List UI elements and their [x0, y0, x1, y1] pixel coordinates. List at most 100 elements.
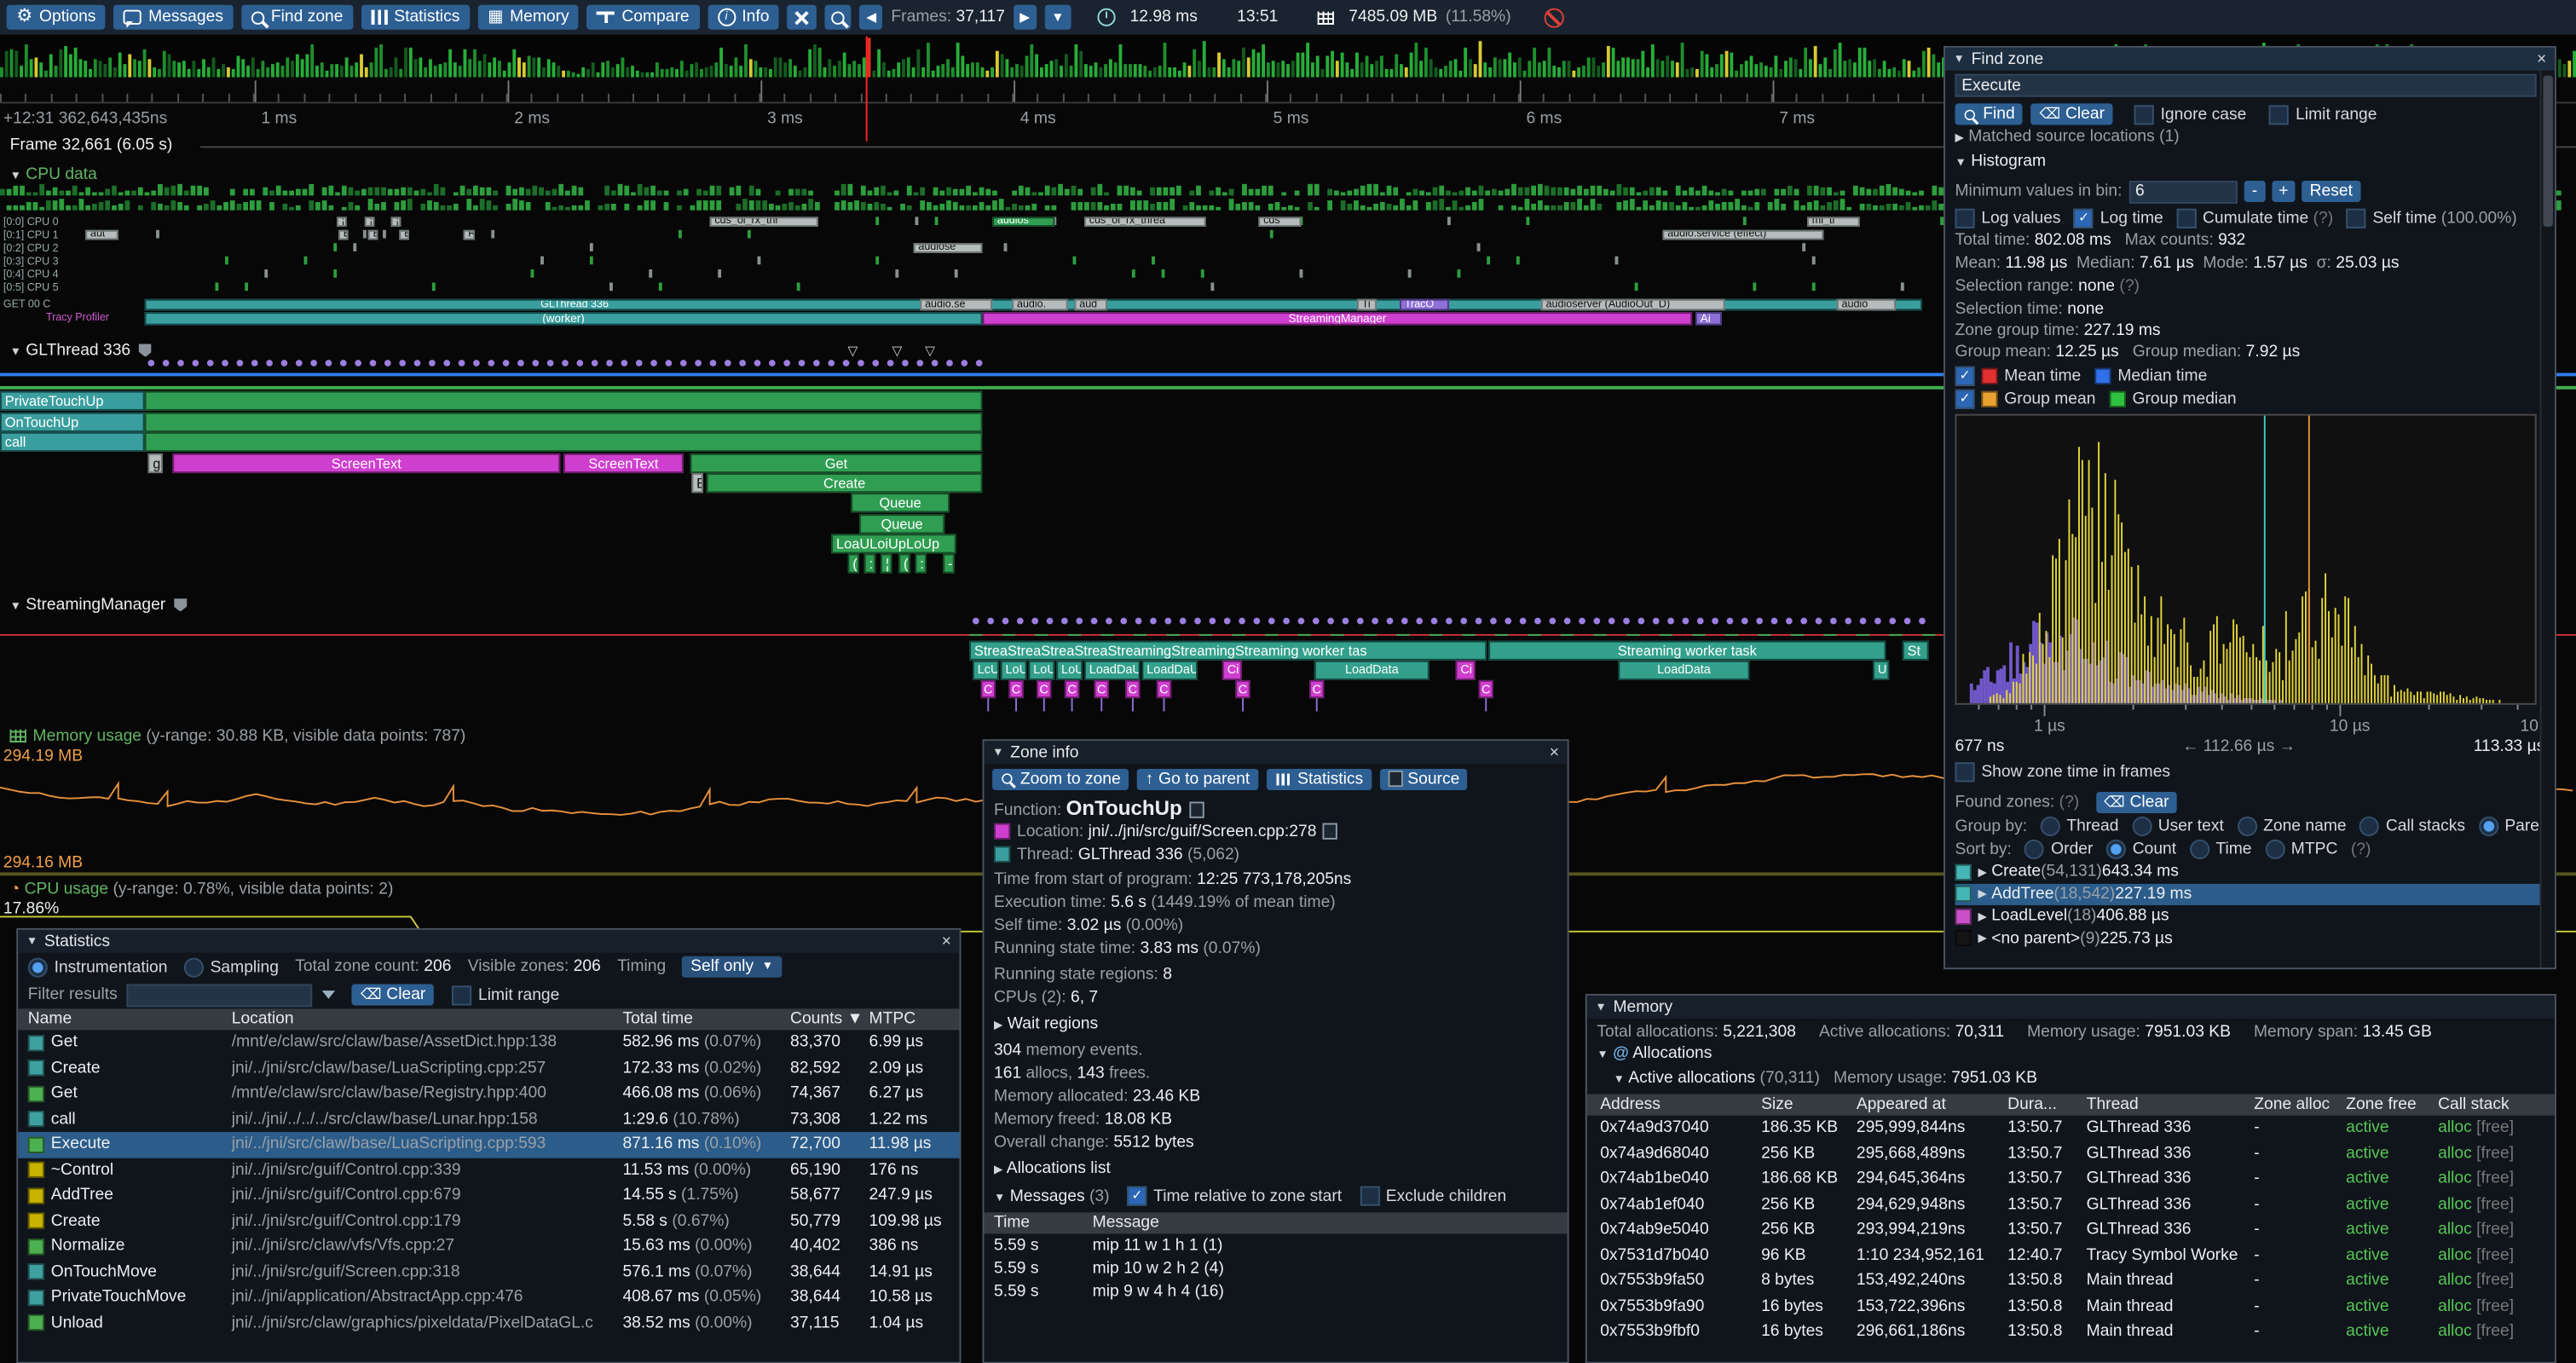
zone[interactable]: R: [463, 230, 474, 240]
message-dot[interactable]: [517, 360, 524, 367]
message-dot[interactable]: [370, 360, 377, 367]
self-time-checkbox[interactable]: Self time (100.00%): [2347, 209, 2517, 228]
toolbar-info-button[interactable]: iInfo: [708, 5, 779, 30]
message-dot[interactable]: [710, 360, 717, 367]
zone[interactable]: audio.se: [920, 299, 992, 310]
message-dot[interactable]: [1416, 618, 1423, 625]
allocation-row[interactable]: 0x7553b9fa9016 bytes153,722,396ns13:50.8…: [1587, 1294, 2555, 1320]
message-dot[interactable]: [1357, 618, 1364, 625]
close-icon[interactable]: ×: [942, 933, 951, 950]
message-dot[interactable]: [443, 360, 450, 367]
sort-by-order[interactable]: Order: [2024, 840, 2093, 859]
wait-regions-expander[interactable]: ▶ Wait regions: [994, 1015, 1557, 1042]
zone[interactable]: StreaStreaStreaStreaStreamingStreamingSt…: [969, 641, 1487, 661]
message-dot[interactable]: [310, 360, 317, 367]
found-zone-group[interactable]: ▶ AddTree (18,542) 227.19 ms: [1955, 883, 2544, 905]
message-dot[interactable]: [902, 360, 909, 367]
message-dot[interactable]: [1135, 618, 1142, 625]
message-dot[interactable]: [1609, 618, 1615, 625]
reset-button[interactable]: Reset: [2302, 181, 2361, 202]
log-time-checkbox[interactable]: ✓Log time: [2074, 209, 2163, 228]
zone[interactable]: [145, 433, 983, 453]
message-dot[interactable]: [237, 360, 244, 367]
message-dot[interactable]: [916, 360, 923, 367]
table-row[interactable]: Createjni/../jni/src/guif/Control.cpp:17…: [18, 1209, 959, 1234]
sort-by-time[interactable]: Time: [2190, 840, 2252, 859]
message-dot[interactable]: [1061, 618, 1068, 625]
free-callstack-button[interactable]: [free]: [2472, 1272, 2514, 1290]
message-dot[interactable]: [384, 360, 391, 367]
message-dot[interactable]: [1343, 618, 1349, 625]
allocations-expander[interactable]: ▼ @ Allocations: [1587, 1045, 2555, 1070]
zone[interactable]: E: [691, 473, 702, 493]
message-dot[interactable]: [296, 360, 303, 367]
source-button[interactable]: Source: [1379, 768, 1467, 789]
zone[interactable]: LoU: [1001, 661, 1027, 680]
zone[interactable]: -: [943, 554, 954, 574]
message-dot[interactable]: [576, 360, 583, 367]
find-button[interactable]: Find: [1955, 103, 2023, 124]
message-dot[interactable]: [1623, 618, 1630, 625]
cpu-data-header[interactable]: ▼ CPU data: [10, 166, 97, 184]
message-row[interactable]: 5.59 smip 10 w 2 h 2 (4): [984, 1256, 1567, 1279]
go-to-parent-button[interactable]: ↑Go to parent: [1137, 768, 1258, 789]
messages-table-header[interactable]: TimeMessage: [984, 1212, 1567, 1233]
filter-input[interactable]: [127, 983, 313, 1006]
message-dot[interactable]: [1490, 618, 1497, 625]
message-dot[interactable]: [1593, 618, 1600, 625]
message-dot[interactable]: [606, 360, 613, 367]
table-row[interactable]: AddTreejni/../jni/src/guif/Control.cpp:6…: [18, 1183, 959, 1209]
message-dot[interactable]: [754, 360, 761, 367]
message-dot[interactable]: [858, 360, 864, 367]
alloc-callstack-button[interactable]: alloc: [2438, 1323, 2472, 1341]
cumulate-time-checkbox[interactable]: Cumulate time (?): [2176, 209, 2333, 228]
messages-expander[interactable]: ▼ Messages (3): [994, 1187, 1110, 1205]
message-dot[interactable]: [1387, 618, 1394, 625]
cpu-zone-streamingmanager[interactable]: StreamingManager: [983, 312, 1693, 325]
zone[interactable]: aut: [85, 230, 118, 240]
copy-icon[interactable]: [1323, 823, 1337, 840]
zone[interactable]: E: [368, 230, 378, 240]
find-zone-scrollbar[interactable]: [2540, 71, 2555, 967]
exclude-children-checkbox[interactable]: Exclude children: [1360, 1187, 1506, 1205]
clear-filter-button[interactable]: ⌫Clear: [352, 984, 434, 1005]
free-callstack-button[interactable]: [free]: [2472, 1145, 2514, 1163]
message-dot[interactable]: [1446, 618, 1453, 625]
tools-button[interactable]: [788, 5, 817, 30]
message-dot[interactable]: [987, 618, 994, 625]
min-bin-increment[interactable]: +: [2273, 181, 2296, 202]
message-dot[interactable]: [1756, 618, 1763, 625]
instrumentation-radio[interactable]: Instrumentation: [28, 957, 168, 977]
found-zones-clear-button[interactable]: ⌫Clear: [2096, 791, 2178, 812]
message-dot[interactable]: [562, 360, 569, 367]
group-by-zone-name[interactable]: Zone name: [2237, 817, 2346, 836]
zone[interactable]: C: [1065, 680, 1079, 698]
expand-icon[interactable]: ▶: [1978, 865, 1986, 878]
message-dot[interactable]: [1771, 618, 1778, 625]
zone[interactable]: LoU: [1056, 661, 1083, 680]
zone[interactable]: aud: [1074, 299, 1107, 310]
column-header-name[interactable]: Name: [18, 1010, 232, 1028]
prev-frame-button[interactable]: ◀: [859, 5, 882, 30]
message-dot[interactable]: [1254, 618, 1261, 625]
message-dot[interactable]: [1549, 618, 1556, 625]
message-dot[interactable]: [1002, 618, 1009, 625]
message-dot[interactable]: [1816, 618, 1822, 625]
message-dot[interactable]: [163, 360, 170, 367]
close-icon[interactable]: ×: [1550, 743, 1559, 761]
message-dot[interactable]: [1431, 618, 1438, 625]
ignore-case-checkbox[interactable]: Ignore case: [2134, 104, 2247, 124]
message-dot[interactable]: [547, 360, 554, 367]
toolbar-statistics-button[interactable]: Statistics: [361, 5, 470, 30]
allocation-row[interactable]: 0x7531d7b04096 KB1:10 234,952,16112:40.7…: [1587, 1243, 2555, 1268]
message-dot[interactable]: [813, 360, 820, 367]
zone[interactable]: [145, 412, 983, 431]
message-dot[interactable]: [1741, 618, 1748, 625]
message-dot[interactable]: [961, 360, 967, 367]
zone[interactable]: C: [1095, 680, 1109, 698]
alloc-callstack-button[interactable]: alloc: [2438, 1221, 2472, 1239]
zoom-search-button[interactable]: [825, 5, 852, 30]
zone[interactable]: cds_ol_rx_threa: [1084, 217, 1206, 227]
zone[interactable]: audios: [992, 217, 1054, 227]
alloc-callstack-button[interactable]: alloc: [2438, 1246, 2472, 1264]
